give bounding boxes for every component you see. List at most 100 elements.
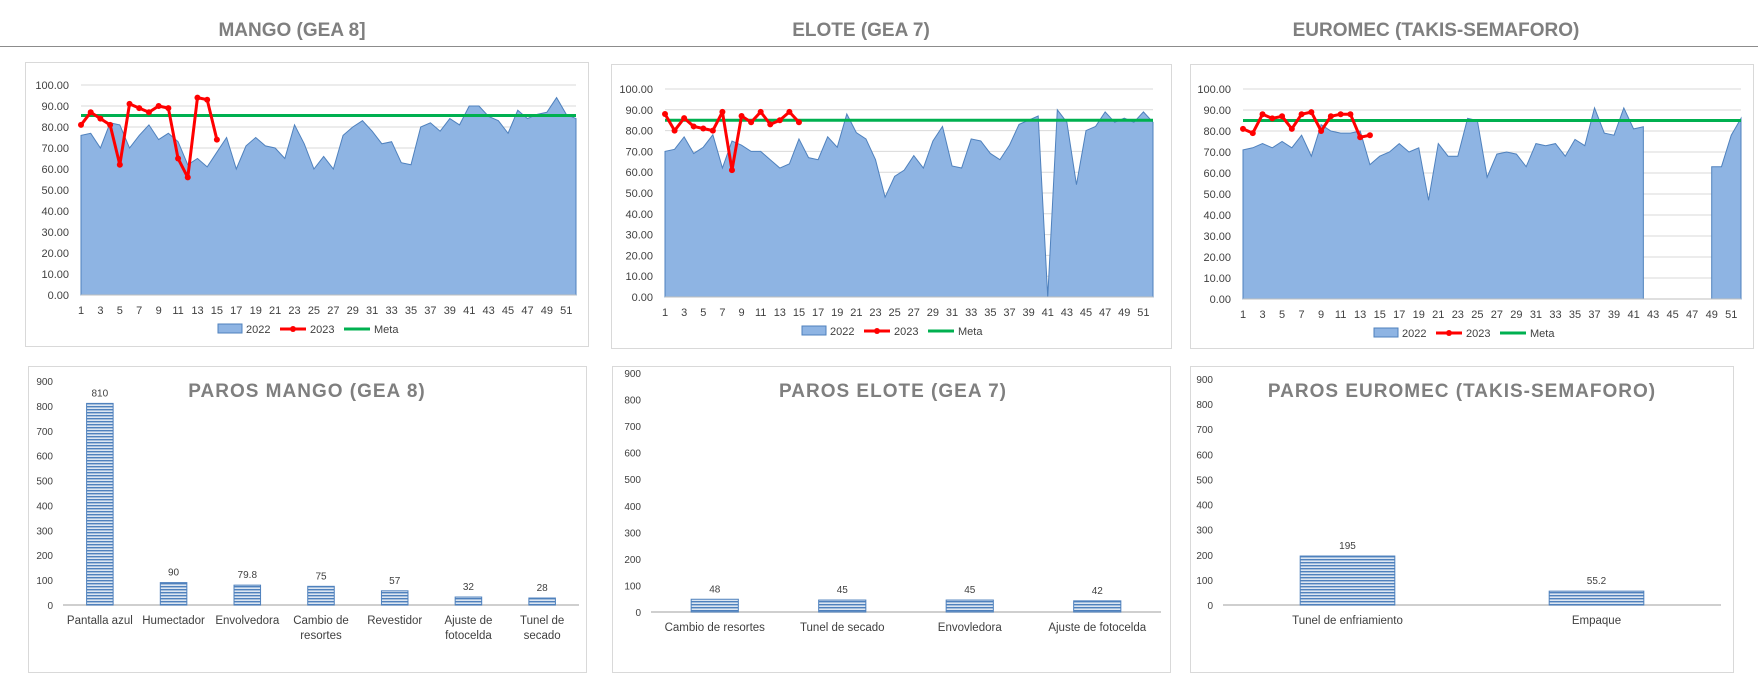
category-label: Ajuste de xyxy=(444,615,492,627)
y-tick-label: 40.00 xyxy=(1203,210,1231,222)
y-tick-label: 100.00 xyxy=(1197,84,1231,96)
series-2023-point xyxy=(738,113,745,120)
x-tick-label: 5 xyxy=(700,307,706,319)
y-tick-label: 70.00 xyxy=(41,143,69,155)
y-tick-label: 600 xyxy=(36,452,53,463)
x-tick-label: 9 xyxy=(1318,309,1324,321)
x-tick-label: 11 xyxy=(755,307,766,319)
chart-euromec: 0.00 10.00 20.00 30.00 40.00 50.00 60.00 70.00 8… xyxy=(1197,84,1742,340)
x-tick-label: 7 xyxy=(1299,309,1305,321)
y-tick-label: 20.00 xyxy=(625,250,653,262)
x-tick-label: 9 xyxy=(738,307,744,319)
series-2023-point xyxy=(719,108,726,115)
series-2023-point xyxy=(1259,111,1266,118)
y-tick-label: 80.00 xyxy=(1203,126,1231,138)
x-tick-label: 51 xyxy=(1725,309,1737,321)
bar xyxy=(454,596,483,606)
bar xyxy=(380,590,409,606)
series-2023-point xyxy=(1318,128,1325,134)
y-tick-label: 90.00 xyxy=(625,105,653,117)
bar-data-label: 42 xyxy=(1092,586,1104,597)
series-2023-point xyxy=(145,109,152,116)
bar xyxy=(86,402,114,606)
x-tick-label: 45 xyxy=(1667,309,1679,321)
y-tick-label: 200 xyxy=(624,555,641,566)
x-tick-label: 21 xyxy=(1432,309,1444,321)
bar xyxy=(233,584,262,606)
series-2023-point xyxy=(1366,132,1373,139)
x-tick-label: 1 xyxy=(78,305,84,317)
legend-2022-swatch xyxy=(801,325,827,336)
bar-chart-title: PAROS EUROMEC (TAKIS-SEMAFORO) xyxy=(1268,381,1656,402)
y-tick-label: 300 xyxy=(624,528,641,539)
y-tick-label: 600 xyxy=(624,449,641,460)
x-tick-label: 51 xyxy=(1137,307,1149,319)
series-2023-point xyxy=(1327,113,1334,120)
bar xyxy=(307,585,335,606)
x-tick-label: 25 xyxy=(1471,309,1483,321)
x-tick-label: 27 xyxy=(1491,309,1503,321)
y-tick-label: 70.00 xyxy=(1203,147,1231,159)
y-tick-label: 900 xyxy=(36,377,53,388)
series-2023-point xyxy=(165,105,172,112)
series-2023-point xyxy=(1298,111,1305,118)
x-tick-label: 29 xyxy=(1510,309,1522,321)
header-euromec: EUROMEC (TAKIS-SEMAFORO) xyxy=(1292,20,1580,41)
y-tick-label: 50.00 xyxy=(41,185,69,197)
x-tick-label: 47 xyxy=(1099,307,1111,319)
x-tick-label: 27 xyxy=(327,305,339,317)
y-tick-label: 10.00 xyxy=(1203,273,1231,285)
x-tick-label: 23 xyxy=(288,305,300,317)
bar-chart-title: PAROS ELOTE (GEA 7) xyxy=(779,381,1007,402)
y-tick-label: 50.00 xyxy=(625,188,653,200)
category-label: Tunel de enfriamiento xyxy=(1292,615,1403,627)
legend-meta-label: Meta xyxy=(1530,328,1555,340)
x-tick-label: 7 xyxy=(136,305,142,317)
legend-2022-label: 2022 xyxy=(1402,328,1426,340)
bar xyxy=(1299,555,1396,606)
y-tick-label: 100 xyxy=(1196,576,1213,587)
y-tick-label: 300 xyxy=(1196,526,1213,537)
x-tick-label: 19 xyxy=(1413,309,1425,321)
x-tick-label: 41 xyxy=(1627,309,1639,321)
chart-mango: 0.00 10.00 20.00 30.00 40.00 50.00 60.00 70.00 8… xyxy=(35,80,577,336)
bar-data-label: 195 xyxy=(1339,541,1356,552)
bar-chart-elote: PAROS ELOTE (GEA 7) 0 100 200 300 400 500 600 70… xyxy=(624,369,1161,634)
x-tick-label: 3 xyxy=(681,307,687,319)
y-tick-label: 80.00 xyxy=(41,122,69,134)
category-label: fotocelda xyxy=(445,630,492,642)
bar-data-label: 57 xyxy=(389,576,401,587)
x-tick-label: 37 xyxy=(424,305,436,317)
series-2023-point xyxy=(767,121,774,128)
x-tick-label: 15 xyxy=(1374,309,1386,321)
legend-2023-label: 2023 xyxy=(894,326,918,338)
x-tick-label: 7 xyxy=(719,307,725,319)
category-label: Envolvedora xyxy=(215,615,280,627)
bar-chart-euromec: PAROS EUROMEC (TAKIS-SEMAFORO) 0 100 200 300… xyxy=(1196,375,1721,627)
legend-2022-label: 2022 xyxy=(246,324,270,336)
x-tick-label: 5 xyxy=(117,305,123,317)
bar-data-label: 55.2 xyxy=(1587,576,1607,587)
x-tick-label: 17 xyxy=(812,307,824,319)
x-tick-label: 19 xyxy=(250,305,262,317)
x-tick-label: 21 xyxy=(269,305,281,317)
y-tick-label: 100.00 xyxy=(35,80,69,92)
header-elote: ELOTE (GEA 7) xyxy=(792,20,930,41)
series-2023-point xyxy=(1249,130,1256,137)
x-tick-label: 31 xyxy=(1530,309,1542,321)
y-tick-label: 200 xyxy=(1196,551,1213,562)
y-tick-label: 800 xyxy=(36,402,53,413)
x-tick-label: 41 xyxy=(463,305,475,317)
x-tick-label: 29 xyxy=(347,305,359,317)
legend-2022-swatch xyxy=(217,323,243,334)
series-2023-point xyxy=(709,127,716,134)
category-label: Pantalla azul xyxy=(67,615,133,627)
y-tick-label: 100 xyxy=(36,576,53,587)
series-2023-point xyxy=(116,161,123,168)
legend-2023-marker xyxy=(874,328,880,334)
y-tick-label: 700 xyxy=(36,427,53,438)
x-tick-label: 37 xyxy=(1588,309,1600,321)
bar-chart-title: PAROS MANGO (GEA 8) xyxy=(188,381,426,402)
series-2023-point xyxy=(690,123,697,130)
legend-2023-label: 2023 xyxy=(1466,328,1490,340)
